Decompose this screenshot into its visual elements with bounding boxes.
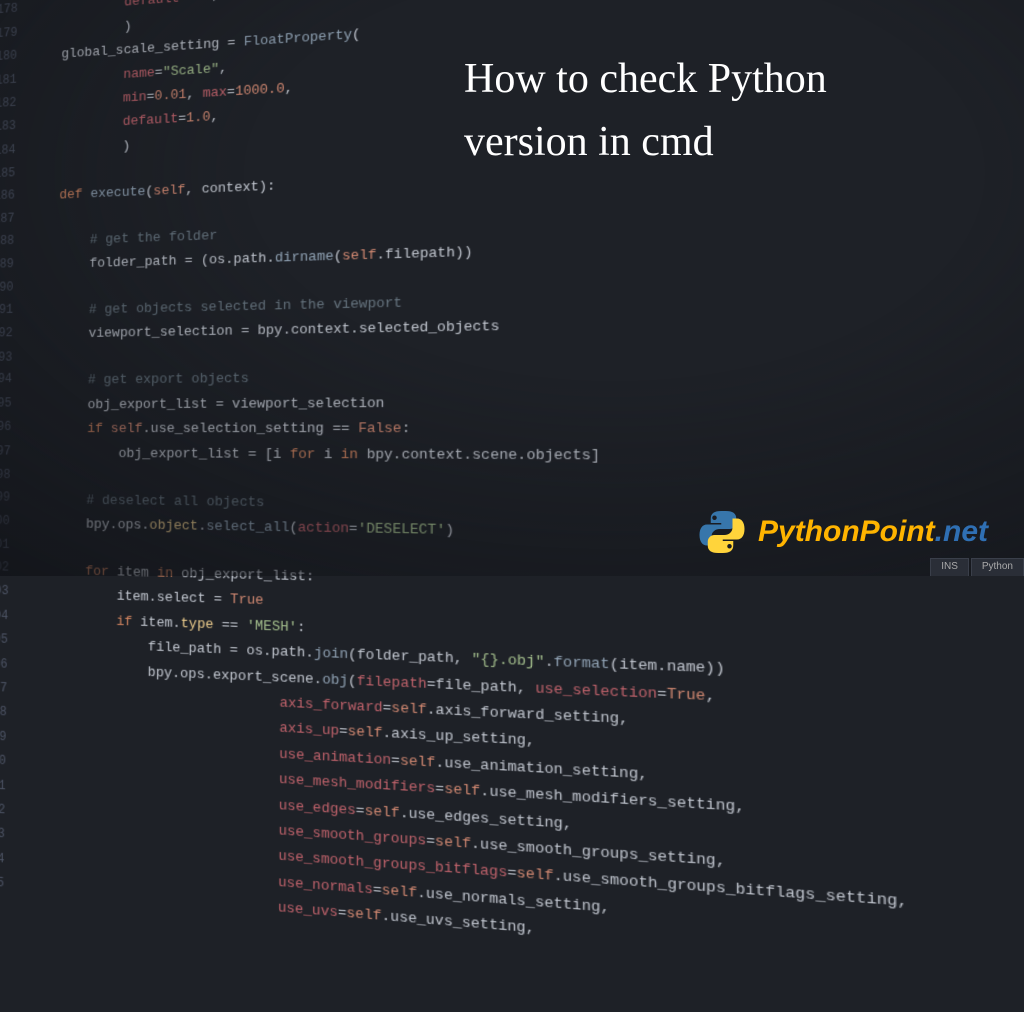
- line-number: 199: [0, 487, 24, 511]
- line-number: 215: [0, 871, 18, 898]
- status-bar: INS Python: [930, 558, 1024, 576]
- title-line-1: How to check Python: [464, 56, 827, 102]
- line-number: 186: [0, 184, 29, 209]
- page-title: How to check Python version in cmd: [464, 48, 964, 174]
- logo-text-py: PythonPoint: [758, 515, 935, 548]
- line-number: 191: [0, 299, 27, 323]
- line-number: 201: [0, 535, 24, 558]
- line-number: 206: [0, 653, 22, 679]
- line-number: 187: [0, 208, 29, 231]
- python-icon: [698, 508, 746, 556]
- logo-text-net: .net: [935, 515, 988, 548]
- line-number: 179: [0, 21, 31, 47]
- line-number: 195: [0, 393, 26, 417]
- line-number: 180: [0, 45, 31, 71]
- line-number: 207: [0, 677, 21, 703]
- line-number: 204: [0, 605, 22, 630]
- site-logo: PythonPoint.net: [698, 508, 988, 556]
- line-number: 209: [0, 725, 21, 751]
- code-line: 196 if self.use_selection_setting == Fal…: [0, 414, 1024, 444]
- line-number: 185: [0, 163, 29, 186]
- line-number: 214: [0, 847, 19, 874]
- title-line-2: version in cmd: [464, 119, 714, 165]
- line-number: 181: [0, 68, 31, 94]
- line-number: 192: [0, 323, 27, 347]
- line-number: 190: [0, 277, 27, 300]
- line-number: 184: [0, 139, 30, 164]
- line-number: 202: [0, 557, 23, 582]
- line-number: 208: [0, 701, 21, 727]
- line-number: 200: [0, 511, 24, 536]
- status-ins: INS: [930, 558, 969, 576]
- line-number: 189: [0, 254, 28, 279]
- line-number: 198: [0, 465, 25, 487]
- line-number: 213: [0, 823, 19, 850]
- line-number: 203: [0, 581, 23, 606]
- line-number: 193: [0, 347, 26, 369]
- logo-text: PythonPoint.net: [758, 515, 988, 549]
- code-content: if self.use_selection_setting == False:: [25, 414, 1024, 444]
- line-number: 212: [0, 798, 20, 825]
- line-number: 183: [0, 115, 30, 140]
- status-lang: Python: [971, 558, 1024, 576]
- line-number: 188: [0, 230, 28, 255]
- line-number: 205: [0, 629, 22, 655]
- line-number: 178: [0, 0, 32, 24]
- line-number: 210: [0, 750, 20, 776]
- line-number: 197: [0, 441, 25, 465]
- line-number: 211: [0, 774, 20, 801]
- line-number: 182: [0, 92, 30, 118]
- line-number: 196: [0, 417, 25, 441]
- line-number: 194: [0, 369, 26, 393]
